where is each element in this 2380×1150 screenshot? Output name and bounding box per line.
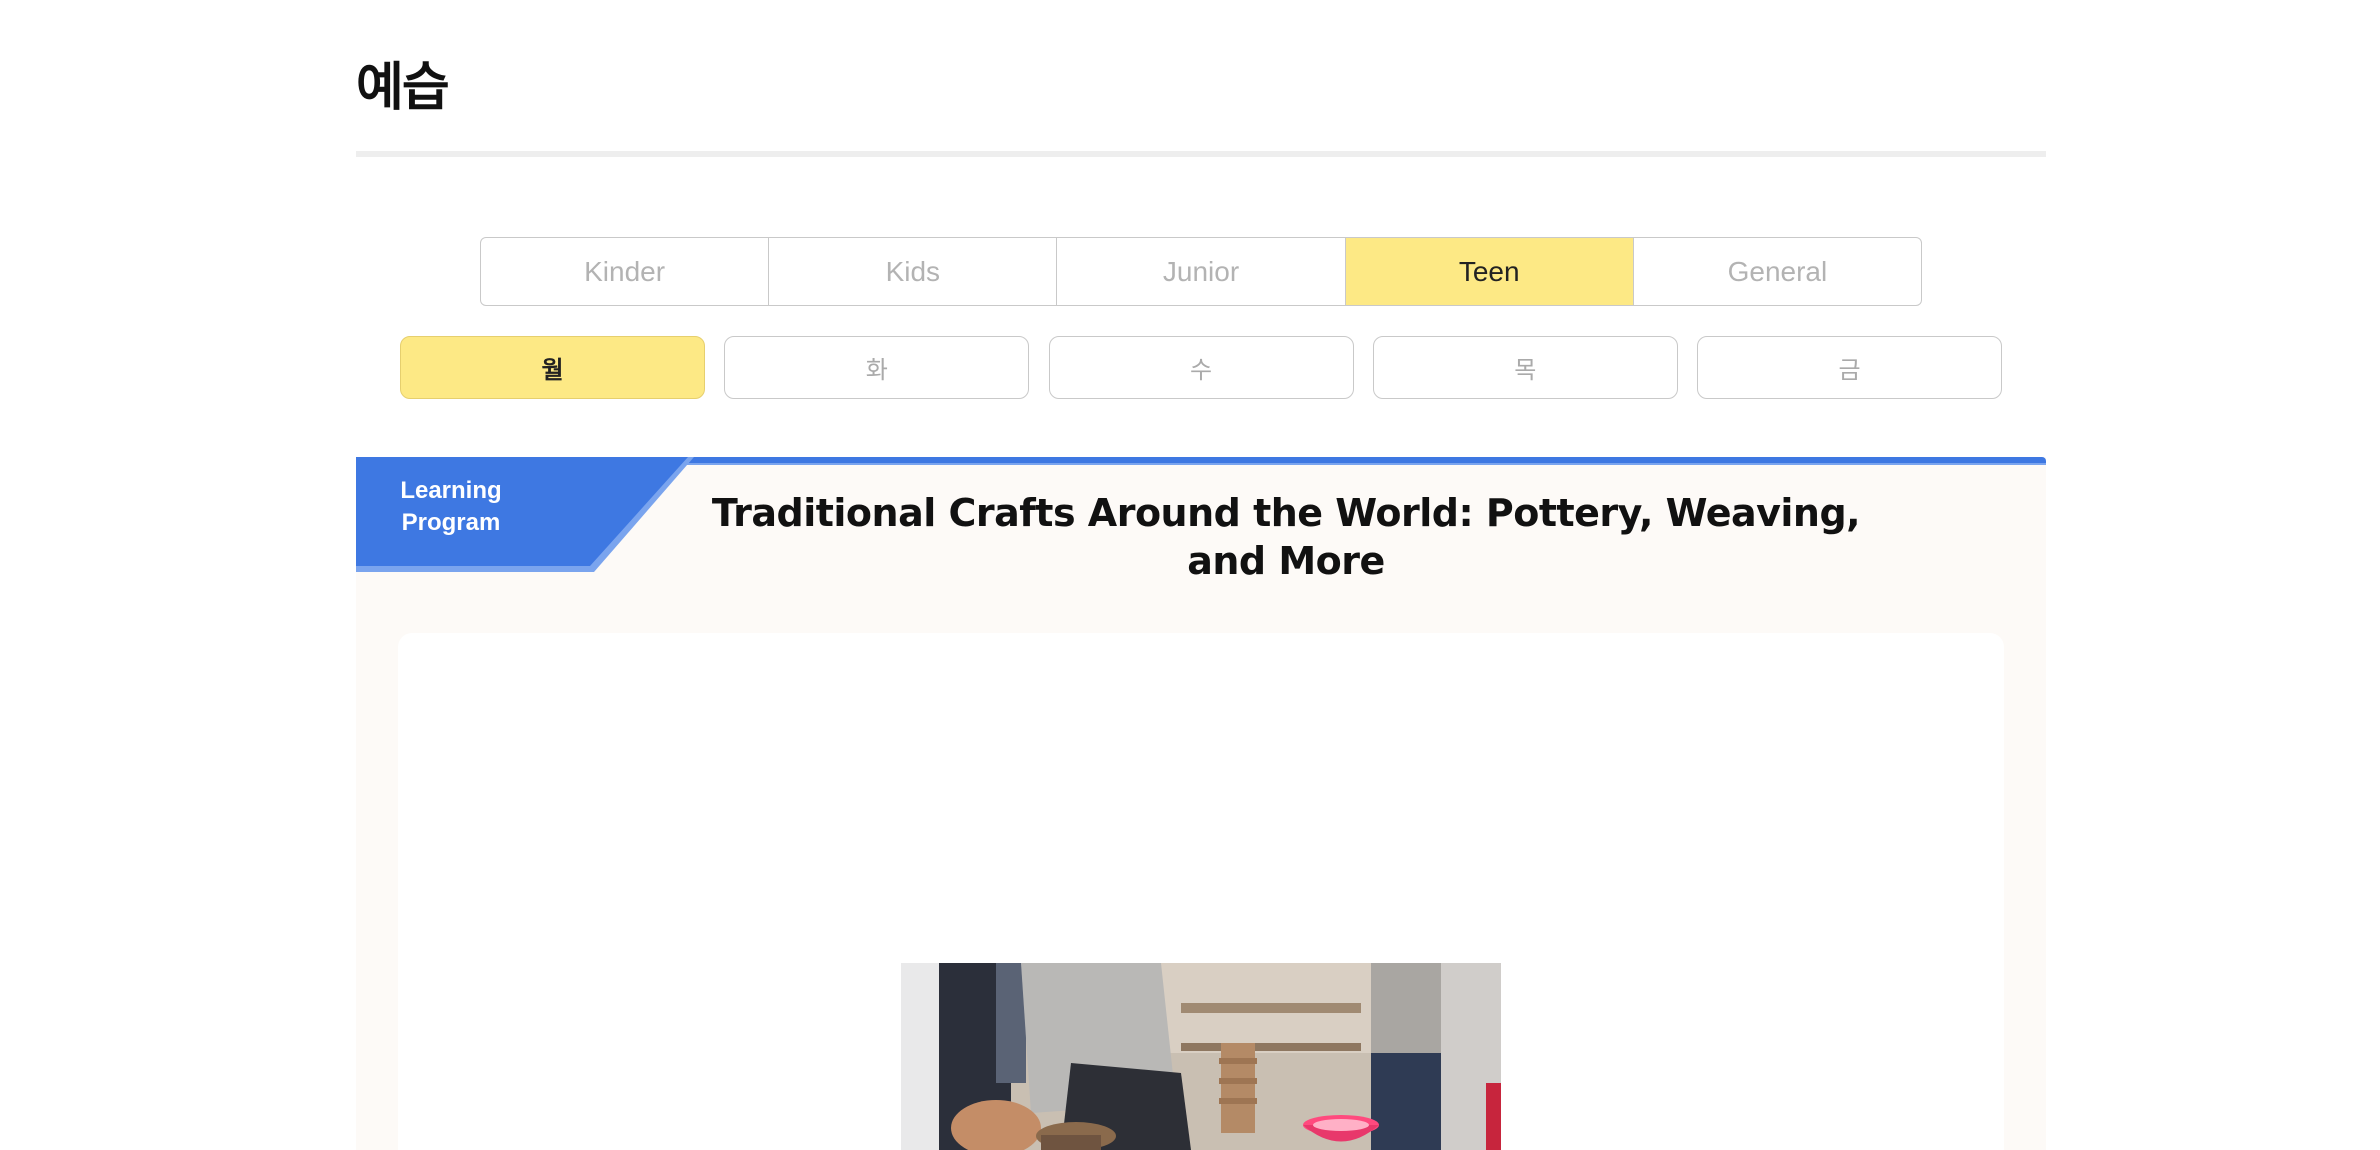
title-divider xyxy=(356,151,2046,157)
photo-illustration xyxy=(901,963,1501,1150)
badge-label-line2: Program xyxy=(401,509,501,536)
day-tab-tue[interactable]: 화 xyxy=(724,336,1030,399)
page-title-text: 예습 xyxy=(356,58,450,118)
day-tab-wed[interactable]: 수 xyxy=(1048,336,1354,399)
program-title: Traditional Crafts Around the World: Pot… xyxy=(711,491,1861,583)
level-tabs: Kinder Kids Junior Teen General xyxy=(480,237,1922,306)
page-title: 예습 xyxy=(356,52,450,128)
tab-junior[interactable]: Junior xyxy=(1057,238,1346,305)
day-tab-mon[interactable]: 월 xyxy=(400,336,705,399)
tab-teen[interactable]: Teen xyxy=(1345,238,1634,305)
day-tabs: 월 화 수 목 금 xyxy=(400,336,2002,399)
title-wrap: 예습 xyxy=(356,52,450,128)
day-tab-thu[interactable]: 목 xyxy=(1372,336,1678,399)
badge-label: Learning Program xyxy=(396,475,506,539)
tab-kids[interactable]: Kids xyxy=(769,238,1058,305)
tab-general[interactable]: General xyxy=(1634,238,1921,305)
badge-label-line1: Learning xyxy=(400,477,502,504)
pottery-workshop-photo xyxy=(901,963,1501,1150)
day-tab-fri[interactable]: 금 xyxy=(1697,336,2002,399)
page: 예습 Kinder Kids Junior Teen General 월 화 수… xyxy=(0,0,2380,1150)
learning-program-badge: Learning Program xyxy=(356,457,694,572)
tab-kinder[interactable]: Kinder xyxy=(481,238,770,305)
